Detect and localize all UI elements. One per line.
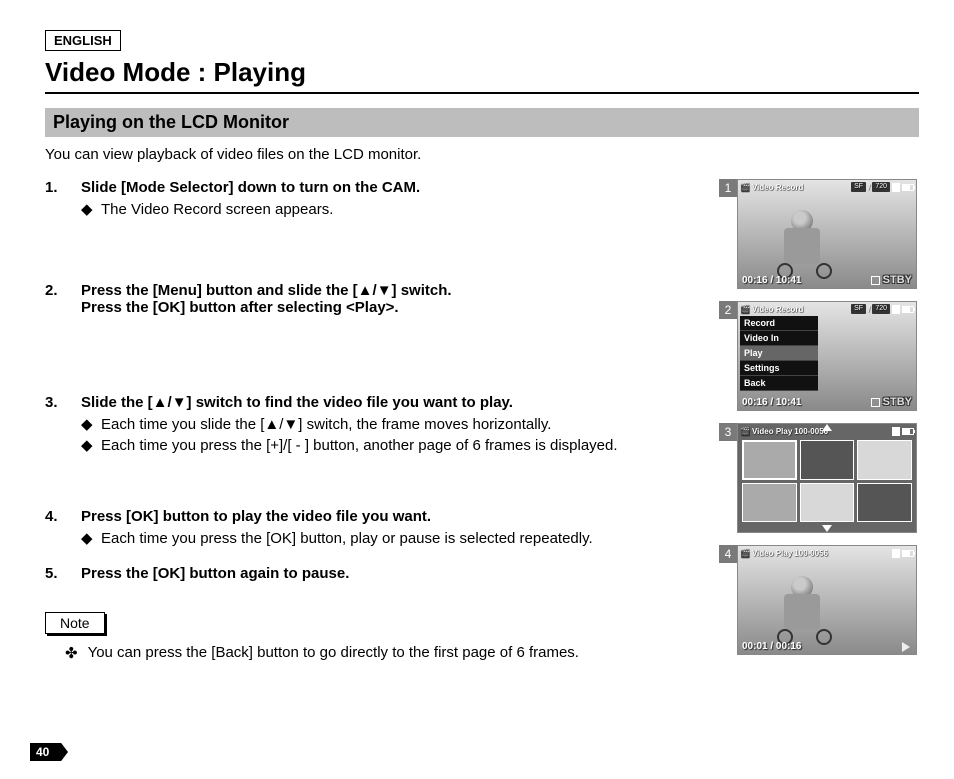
battery-icon [902,428,914,435]
thumbnail[interactable] [800,440,855,480]
menu-item-settings[interactable]: Settings [740,361,818,376]
screen-title: Video Record [752,305,803,314]
screenshot-4: 4 🎬 Video Play 100-0056 00:01 / 0 [719,545,919,655]
bullet-text: Each time you press the [OK] button, pla… [101,529,593,549]
nav-up-icon[interactable] [822,424,832,431]
section-subtitle: Playing on the LCD Monitor [45,108,919,138]
step-number: 3. [45,394,81,456]
battery-icon [902,550,914,557]
camera-icon: 🎬 [740,305,750,314]
quality-badge: SF [851,182,866,192]
diamond-icon: ◆ [81,200,97,220]
step-head: Press [OK] button to play the video file… [81,508,707,525]
stop-icon [871,276,880,285]
nav-down-icon[interactable] [822,525,832,532]
bullet-text: The Video Record screen appears. [101,200,333,220]
thumbnail[interactable] [742,483,797,523]
separator: / [868,183,870,192]
memory-card-icon [892,183,900,192]
folder-id: 100-0056 [794,549,828,558]
note-text: You can press the [Back] button to go di… [88,644,579,662]
menu-item-back[interactable]: Back [740,376,818,391]
screenshot-badge: 1 [719,179,737,197]
memory-card-icon [892,549,900,558]
photo-subject [784,228,820,264]
quality-badge: SF [851,304,866,314]
language-tag: ENGLISH [45,30,121,51]
screenshots-column: 1 🎬 Video Record SF / 720 [719,179,919,662]
step-number: 4. [45,508,81,549]
intro-text: You can view playback of video files on … [45,146,919,163]
step-number: 5. [45,565,81,582]
cross-icon: ✤ [65,644,78,662]
note-label: Note [45,612,105,634]
screenshot-badge: 4 [719,545,737,563]
play-icon [902,642,910,652]
resolution-badge: 720 [872,182,890,192]
camera-icon: 🎬 [740,427,750,436]
steps-column: 1. Slide [Mode Selector] down to turn on… [45,179,707,662]
step-2: 2. Press the [Menu] button and slide the… [45,282,707,316]
bullet-text: Each time you press the [+]/[ - ] button… [101,436,618,456]
menu-item-record[interactable]: Record [740,316,818,331]
step-number: 1. [45,179,81,220]
step-head: Press the [OK] button after selecting <P… [81,299,707,316]
step-3: 3. Slide the [▲/▼] switch to find the vi… [45,394,707,456]
timecode: 00:01 / 00:16 [742,641,802,652]
camera-icon: 🎬 [740,183,750,192]
page-title: Video Mode : Playing [45,57,919,94]
step-head: Press the [OK] button again to pause. [81,565,707,582]
timecode: 00:16 / 10:41 [742,275,802,286]
content-columns: 1. Slide [Mode Selector] down to turn on… [45,179,919,662]
note-line: ✤ You can press the [Back] button to go … [45,644,707,662]
status-stby: STBY [871,274,912,286]
screenshot-badge: 3 [719,423,737,441]
step-head: Press the [Menu] button and slide the [▲… [81,282,707,299]
status-stby: STBY [871,396,912,408]
step-5: 5. Press the [OK] button again to pause. [45,565,707,582]
screenshot-2: 2 🎬 Video Record SF / 720 [719,301,919,411]
thumbnail[interactable] [857,483,912,523]
step-number: 2. [45,282,81,316]
thumbnail[interactable] [800,483,855,523]
timecode: 00:16 / 10:41 [742,397,802,408]
menu-item-video-in[interactable]: Video In [740,331,818,346]
battery-icon [902,184,914,191]
menu-item-play[interactable]: Play [740,346,818,361]
screenshot-badge: 2 [719,301,737,319]
thumbnail[interactable] [742,440,797,480]
camera-icon: 🎬 [740,549,750,558]
step-head: Slide [Mode Selector] down to turn on th… [81,179,707,196]
diamond-icon: ◆ [81,529,97,549]
thumbnail-grid [742,440,912,522]
screenshot-3: 3 🎬 Video Play 100-0056 [719,423,919,533]
separator: / [868,305,870,314]
step-1: 1. Slide [Mode Selector] down to turn on… [45,179,707,220]
photo-subject [784,594,820,630]
bullet-text: Each time you slide the [▲/▼] switch, th… [101,415,551,435]
memory-card-icon [892,305,900,314]
diamond-icon: ◆ [81,415,97,435]
screen-title: Video Record [752,183,803,192]
menu-panel: Record Video In Play Settings Back [740,316,818,391]
stop-icon [871,398,880,407]
step-4: 4. Press [OK] button to play the video f… [45,508,707,549]
screen-title: Video Play [752,549,792,558]
battery-icon [902,306,914,313]
screen-title: Video Play [752,427,792,436]
memory-card-icon [892,427,900,436]
page-number: 40 [30,743,68,761]
diamond-icon: ◆ [81,436,97,456]
screenshot-1: 1 🎬 Video Record SF / 720 [719,179,919,289]
resolution-badge: 720 [872,304,890,314]
step-head: Slide the [▲/▼] switch to find the video… [81,394,707,411]
thumbnail[interactable] [857,440,912,480]
